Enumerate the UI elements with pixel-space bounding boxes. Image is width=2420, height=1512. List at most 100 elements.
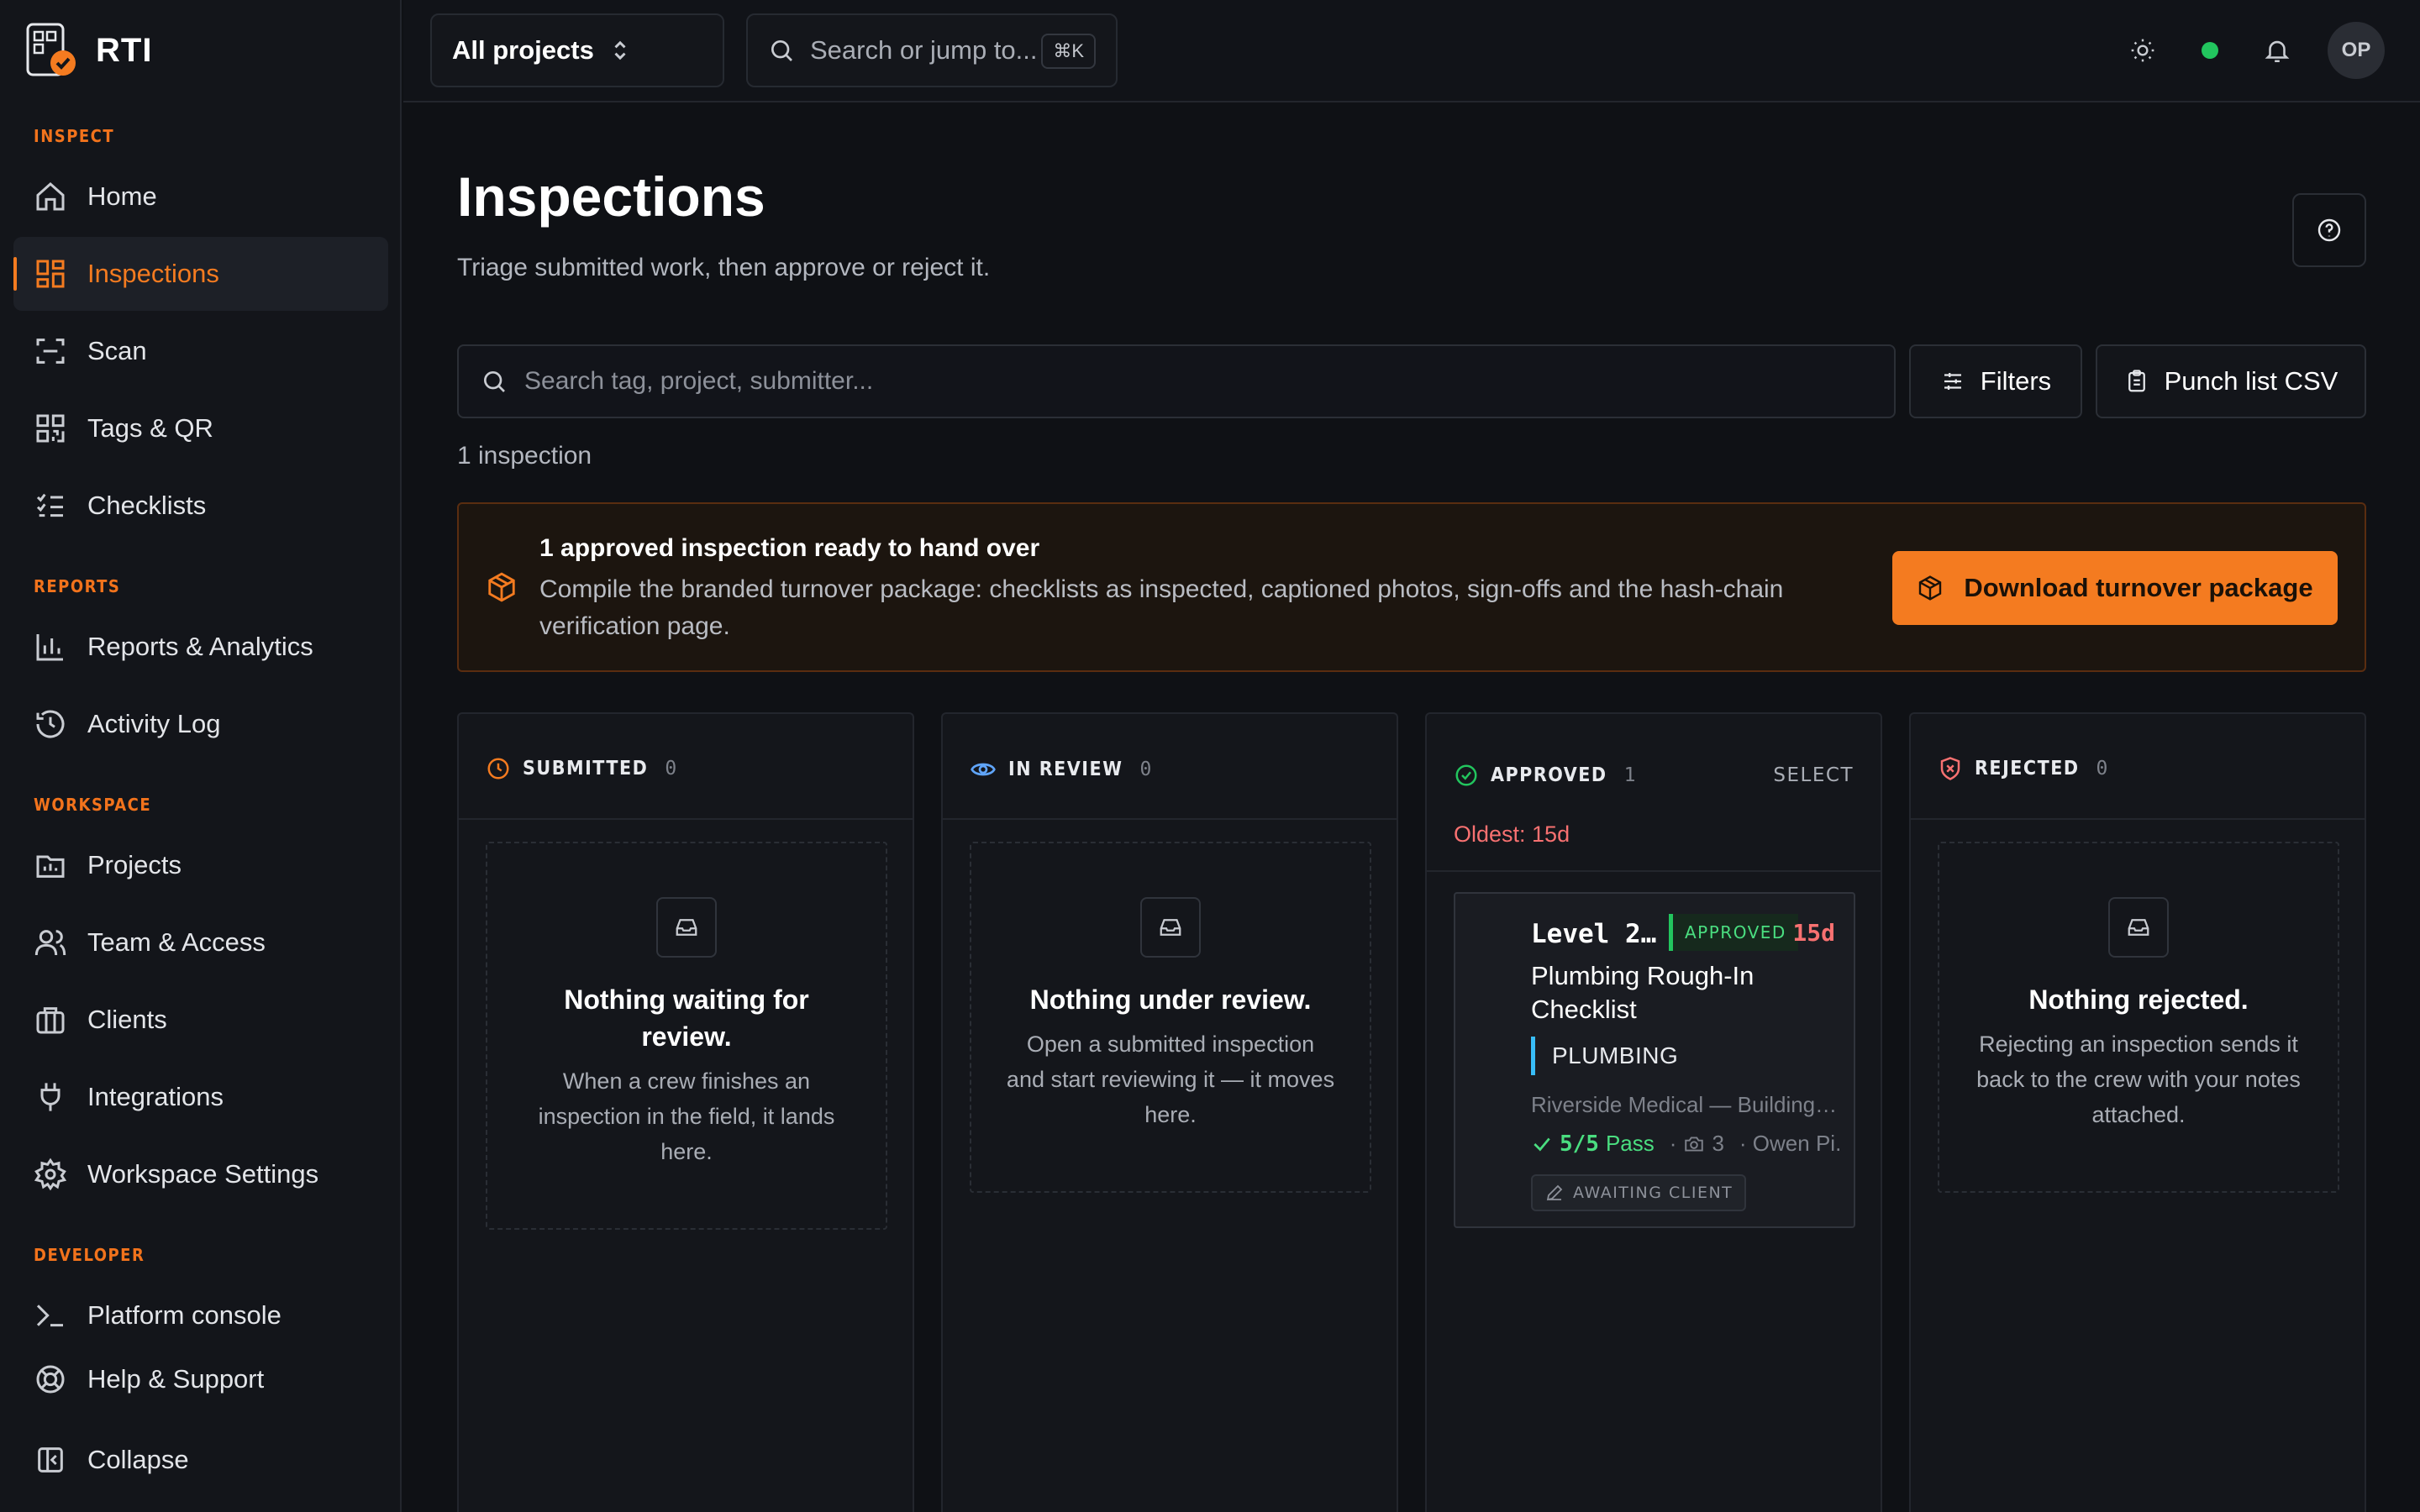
empty-state: Nothing waiting for review. When a crew … <box>486 842 887 1230</box>
dashboard-grid-icon <box>36 260 65 288</box>
brand-name: RTI <box>96 31 153 69</box>
panel-collapse-icon <box>38 1447 63 1473</box>
column-title: REJECTED <box>1975 758 2080 780</box>
column-count: 0 <box>1139 759 1152 780</box>
sidebar-item-label: Team & Access <box>87 927 266 957</box>
inbox-icon <box>2108 897 2169 958</box>
top-bar: All projects Search or jump to... ⌘K OP <box>403 0 2420 102</box>
sidebar-item-label: Integrations <box>87 1082 224 1111</box>
plug-icon <box>40 1083 60 1111</box>
download-turnover-package-label: Download turnover package <box>1964 573 2313 602</box>
sidebar-item-inspections[interactable]: Inspections <box>13 237 388 311</box>
sidebar-item-team-access[interactable]: Team & Access <box>13 906 388 979</box>
lifebuoy-icon <box>36 1365 65 1394</box>
qr-code-icon <box>36 414 65 443</box>
bell-icon[interactable] <box>2260 34 2294 67</box>
sidebar-item-integrations[interactable]: Integrations <box>13 1060 388 1134</box>
empty-state-title: Nothing under review. <box>1029 984 1312 1015</box>
column-approved: APPROVED 1 SELECT Oldest: 15d Level 2… A… <box>1425 712 1882 1512</box>
select-button[interactable]: SELECT <box>1773 764 1854 786</box>
empty-state: Nothing rejected. Rejecting an inspectio… <box>1938 842 2339 1193</box>
oldest-age: Oldest: 15d <box>1454 822 1570 847</box>
briefcase-icon <box>36 1007 65 1034</box>
terminal-icon <box>36 1305 63 1327</box>
sidebar-item-workspace-settings[interactable]: Workspace Settings <box>13 1137 388 1211</box>
sidebar-item-label: Workspace Settings <box>87 1159 319 1189</box>
gear-icon <box>34 1158 67 1191</box>
sidebar: RTI INSPECT Home Inspections Scan Tags &… <box>0 0 402 1512</box>
inspection-search[interactable] <box>457 344 1896 418</box>
clipboard-check-logo-icon <box>25 22 77 79</box>
sidebar-item-scan[interactable]: Scan <box>13 314 388 388</box>
sidebar-item-label: Clients <box>87 1005 167 1034</box>
empty-state: Nothing under review. Open a submitted i… <box>970 842 1371 1193</box>
chevron-up-down-icon <box>614 40 626 60</box>
turnover-banner: 1 approved inspection ready to hand over… <box>457 502 2366 672</box>
project-select[interactable]: All projects <box>430 13 724 87</box>
clock-icon <box>487 758 509 780</box>
empty-state-title: Nothing waiting for review. <box>564 984 809 1052</box>
column-header: IN REVIEW 0 <box>943 714 1397 820</box>
list-checks-icon <box>36 493 63 517</box>
sidebar-item-label: Collapse <box>87 1445 189 1474</box>
column-header: APPROVED 1 SELECT Oldest: 15d <box>1427 714 1881 872</box>
sliders-icon <box>1944 373 1961 390</box>
column-count: 0 <box>2096 758 2108 780</box>
column-title: IN REVIEW <box>1008 759 1123 780</box>
scan-icon <box>36 339 65 364</box>
connection-status-indicator <box>2193 34 2227 67</box>
project-select-value: All projects <box>452 35 594 65</box>
column-title: SUBMITTED <box>523 758 649 780</box>
sidebar-item-tags-qr[interactable]: Tags & QR <box>13 391 388 465</box>
brand[interactable]: RTI <box>25 22 152 79</box>
inspection-card[interactable]: Level 2… APPROVED 15d Plumbing Rough-In … <box>1454 892 1855 1228</box>
help-circle-icon <box>2317 218 2341 242</box>
sidebar-item-reports-analytics[interactable]: Reports & Analytics <box>13 610 388 684</box>
sidebar-item-collapse[interactable]: Collapse <box>13 1423 388 1497</box>
card-meta: 5/5 Pass · 3 · Owen Pi. <box>1531 1131 1841 1157</box>
users-icon <box>34 930 66 956</box>
status-badge: APPROVED <box>1669 914 1798 951</box>
empty-state-text: When a crew finishes an inspection in th… <box>538 1068 835 1164</box>
card-title: Plumbing Rough-In Checklist <box>1531 961 1754 1024</box>
sidebar-item-platform-console[interactable]: Platform console <box>13 1278 388 1352</box>
sidebar-item-home[interactable]: Home <box>13 160 388 234</box>
trade-label: PLUMBING <box>1531 1037 1678 1075</box>
awaiting-client-label: AWAITING CLIENT <box>1573 1184 1733 1202</box>
sidebar-item-projects[interactable]: Projects <box>13 828 388 902</box>
help-button[interactable] <box>2292 193 2366 267</box>
punch-list-csv-button[interactable]: Punch list CSV <box>2096 344 2366 418</box>
column-header: REJECTED 0 <box>1911 714 2365 820</box>
inbox-icon <box>1140 897 1201 958</box>
page-subtitle: Triage submitted work, then approve or r… <box>457 254 991 281</box>
home-icon <box>36 181 65 211</box>
sidebar-item-label: Tags & QR <box>87 413 213 443</box>
package-icon <box>486 571 518 607</box>
sidebar-item-clients[interactable]: Clients <box>13 983 388 1057</box>
banner-body: Compile the branded turnover package: ch… <box>539 575 1784 640</box>
download-turnover-package-button[interactable]: Download turnover package <box>1892 551 2338 625</box>
empty-state-text: Rejecting an inspection sends it back to… <box>1976 1032 2301 1127</box>
sidebar-item-checklists[interactable]: Checklists <box>13 469 388 543</box>
filters-button[interactable]: Filters <box>1909 344 2082 418</box>
sidebar-item-activity-log[interactable]: Activity Log <box>13 687 388 761</box>
section-label-inspect: INSPECT <box>34 126 115 146</box>
section-label-workspace: WORKSPACE <box>34 795 152 815</box>
sun-icon[interactable] <box>2126 34 2160 67</box>
global-search-placeholder: Search or jump to... <box>810 35 1038 65</box>
card-tag: Level 2… <box>1531 919 1657 949</box>
inspection-search-input[interactable] <box>524 367 1785 396</box>
sidebar-item-label: Platform console <box>87 1300 281 1330</box>
empty-state-text: Open a submitted inspection and start re… <box>1006 1032 1335 1127</box>
avatar[interactable]: OP <box>2328 22 2385 79</box>
global-search[interactable]: Search or jump to... ⌘K <box>746 13 1118 87</box>
pen-icon <box>1546 1184 1563 1201</box>
sidebar-item-help-support[interactable]: Help & Support <box>13 1342 388 1416</box>
card-project: Riverside Medical — Building… <box>1531 1092 1838 1117</box>
shield-x-icon <box>1940 757 1960 780</box>
banner-title: 1 approved inspection ready to hand over <box>539 534 1040 562</box>
sidebar-item-label: Home <box>87 181 157 211</box>
search-icon <box>771 40 792 61</box>
sidebar-item-label: Activity Log <box>87 709 221 738</box>
sidebar-item-label: Help & Support <box>87 1364 265 1394</box>
